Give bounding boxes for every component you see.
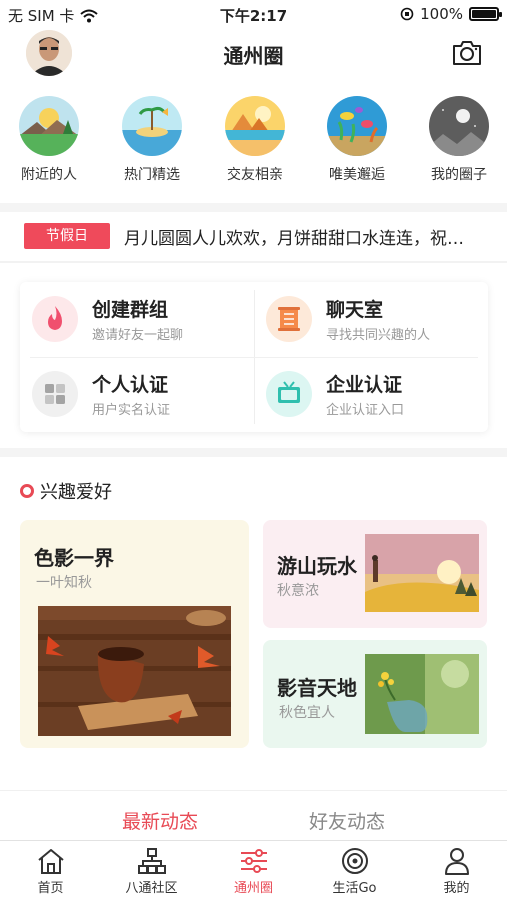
card-subtitle: 秋色宜人 <box>279 705 335 721</box>
underwater-icon <box>327 96 387 156</box>
action-title: 聊天室 <box>326 299 384 321</box>
tab-me[interactable]: 我的 <box>406 841 507 900</box>
grid-icon <box>32 371 78 417</box>
landscape-icon <box>19 96 79 156</box>
feed-tabs: 最新动态 好友动态 <box>0 790 507 840</box>
enterprise-verify-button[interactable]: 企业认证 企业认证入口 <box>254 357 488 432</box>
card-subtitle: 一叶知秋 <box>36 575 92 591</box>
person-icon <box>444 848 469 875</box>
card-title: 影音天地 <box>277 676 357 700</box>
flame-icon <box>32 296 78 342</box>
section-divider <box>0 261 507 263</box>
action-subtitle: 寻找共同兴趣的人 <box>326 328 431 343</box>
category-nearby[interactable]: 附近的人 <box>9 96 89 184</box>
teacup-photo <box>38 606 231 736</box>
autumn-landscape-photo <box>365 534 479 612</box>
tab-circle[interactable]: 通州圈 <box>203 841 304 900</box>
category-label: 交友相亲 <box>227 167 283 183</box>
battery-icon <box>469 7 502 21</box>
tab-latest[interactable]: 最新动态 <box>122 807 198 834</box>
announcement-text: 月儿圆圆人儿欢欢，月饼甜甜口水连连，祝… <box>124 229 464 249</box>
chat-room-button[interactable]: 聊天室 寻找共同兴趣的人 <box>254 282 488 357</box>
network-icon <box>137 848 166 874</box>
interests-title: 兴趣爱好 <box>40 482 112 503</box>
category-label: 热门精选 <box>124 167 180 183</box>
scroll-icon <box>266 296 312 342</box>
tab-label: 八通社区 <box>125 881 178 896</box>
personal-verify-button[interactable]: 个人认证 用户实名认证 <box>20 357 254 432</box>
tab-home[interactable]: 首页 <box>0 841 101 900</box>
category-hot[interactable]: 热门精选 <box>112 96 192 184</box>
battery-percent: 100% <box>420 5 463 23</box>
camera-icon[interactable] <box>451 38 483 68</box>
card-subtitle: 秋意浓 <box>277 583 319 599</box>
create-group-button[interactable]: 创建群组 邀请好友一起聊 <box>20 282 254 357</box>
flower-vase-photo <box>365 654 479 734</box>
category-label: 唯美邂逅 <box>329 167 385 183</box>
page-title: 通州圈 <box>223 44 284 68</box>
action-subtitle: 邀请好友一起聊 <box>92 328 184 343</box>
interest-card-media[interactable]: 影音天地 秋色宜人 <box>263 640 487 748</box>
tab-label: 首页 <box>37 881 64 896</box>
tv-icon <box>266 371 312 417</box>
holiday-tag: 节假日 <box>24 223 110 249</box>
tab-friends[interactable]: 好友动态 <box>309 807 385 834</box>
home-icon <box>37 849 64 874</box>
sliders-icon <box>240 849 267 873</box>
section-divider <box>0 448 507 457</box>
category-encounter[interactable]: 唯美邂逅 <box>317 96 397 184</box>
action-subtitle: 用户实名认证 <box>92 403 171 418</box>
desert-icon <box>225 96 285 156</box>
interest-card-photography[interactable]: 色影一界 一叶知秋 <box>20 520 249 748</box>
moon-icon <box>429 96 489 156</box>
tab-label: 通州圈 <box>233 881 273 896</box>
tab-community[interactable]: 八通社区 <box>101 841 202 900</box>
island-icon <box>122 96 182 156</box>
category-label: 附近的人 <box>21 167 77 183</box>
ring-icon <box>20 484 34 498</box>
category-label: 我的圈子 <box>431 167 487 183</box>
tab-label: 我的 <box>443 881 470 896</box>
tab-life[interactable]: 生活Go <box>304 841 405 900</box>
interest-card-travel[interactable]: 游山玩水 秋意浓 <box>263 520 487 628</box>
target-icon <box>341 848 368 874</box>
status-bar: 无 SIM 卡 下午2:17 100% <box>0 0 507 28</box>
category-dating[interactable]: 交友相亲 <box>215 96 295 184</box>
orientation-lock-icon <box>400 7 414 21</box>
action-title: 创建群组 <box>92 299 169 321</box>
action-subtitle: 企业认证入口 <box>326 403 405 418</box>
tab-bar: 首页 八通社区 通州圈 生活Go 我的 <box>0 840 507 900</box>
category-my-circle[interactable]: 我的圈子 <box>419 96 499 184</box>
nav-bar: 通州圈 <box>0 28 507 80</box>
quick-actions-card: 创建群组 邀请好友一起聊 聊天室 寻找共同兴趣的人 个人认证 用户实名认证 企业… <box>20 282 488 432</box>
action-title: 企业认证 <box>326 374 403 396</box>
interests-header: 兴趣爱好 <box>20 478 112 504</box>
announcement-ticker[interactable]: 节假日 月儿圆圆人儿欢欢，月饼甜甜口水连连，祝… <box>0 212 507 260</box>
card-title: 色影一界 <box>34 546 114 570</box>
card-title: 游山玩水 <box>277 554 357 578</box>
section-divider <box>0 203 507 212</box>
tab-label: 生活Go <box>332 881 377 896</box>
category-row: 附近的人 热门精选 交友相亲 唯美邂逅 我的圈子 <box>0 96 507 196</box>
action-title: 个人认证 <box>92 374 169 396</box>
